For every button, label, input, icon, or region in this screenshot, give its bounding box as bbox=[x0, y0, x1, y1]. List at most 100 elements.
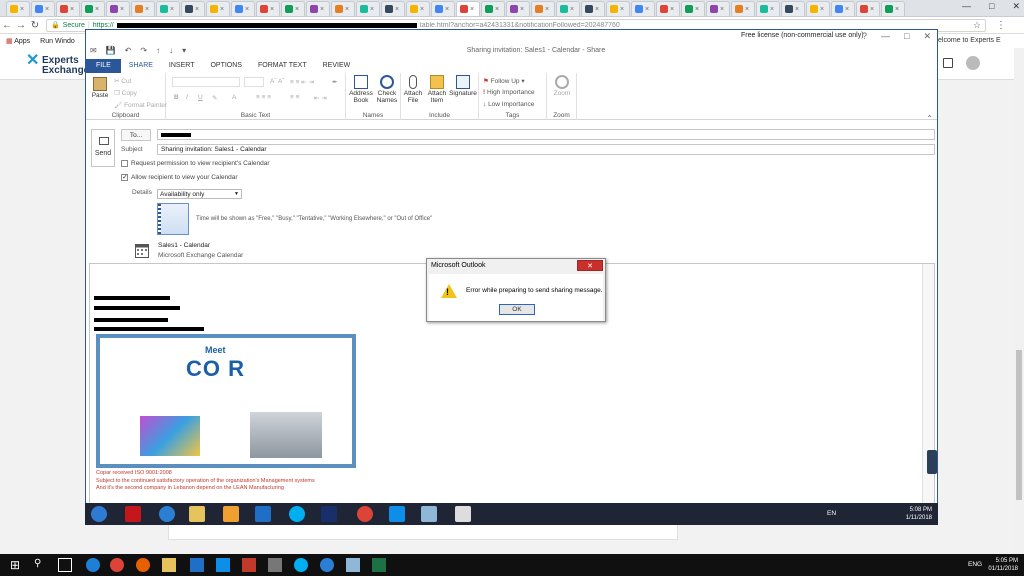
save-icon[interactable]: 💾 bbox=[106, 46, 116, 55]
user-avatar-icon[interactable] bbox=[966, 56, 980, 70]
tab-close-icon[interactable]: × bbox=[45, 6, 49, 13]
teamviewer-icon[interactable] bbox=[216, 558, 230, 572]
browser-tab[interactable]: × bbox=[181, 1, 205, 16]
tab-close-icon[interactable]: × bbox=[70, 6, 74, 13]
teamviewer-icon[interactable] bbox=[389, 506, 405, 522]
notifications-icon[interactable] bbox=[943, 58, 953, 68]
tab-close-icon[interactable]: × bbox=[670, 6, 674, 13]
redo-icon[interactable]: ↷ bbox=[140, 46, 147, 55]
ie-icon[interactable] bbox=[320, 558, 334, 572]
tab-close-icon[interactable]: × bbox=[320, 6, 324, 13]
tab-close-icon[interactable]: × bbox=[95, 6, 99, 13]
system-clock[interactable]: 5:05 PM 01/11/2018 bbox=[988, 557, 1018, 573]
browser-tab[interactable]: × bbox=[581, 1, 605, 16]
site-logo[interactable]: ✕ Experts Exchange bbox=[26, 53, 89, 76]
browser-tab[interactable]: × bbox=[706, 1, 730, 16]
tab-share[interactable]: SHARE bbox=[121, 59, 161, 73]
arrow-up-icon[interactable]: ↑ bbox=[156, 46, 160, 55]
tab-close-icon[interactable]: × bbox=[795, 6, 799, 13]
browser-tab[interactable]: × bbox=[831, 1, 855, 16]
browser-tab[interactable]: × bbox=[481, 1, 505, 16]
to-field[interactable] bbox=[157, 129, 935, 140]
low-importance-button[interactable]: ↓ Low Importance bbox=[483, 101, 534, 108]
tab-close-icon[interactable]: × bbox=[270, 6, 274, 13]
clear-format-icon[interactable]: ✒ bbox=[332, 78, 337, 86]
skype-icon[interactable] bbox=[294, 558, 308, 572]
tab-close-icon[interactable]: × bbox=[520, 6, 524, 13]
browser-tab[interactable]: × bbox=[531, 1, 555, 16]
dialog-close-button[interactable]: ✕ bbox=[577, 260, 603, 271]
address-book-button[interactable]: Address Book bbox=[348, 75, 374, 104]
tab-close-icon[interactable]: × bbox=[870, 6, 874, 13]
browser-tab[interactable]: × bbox=[306, 1, 330, 16]
tab-close-icon[interactable]: × bbox=[245, 6, 249, 13]
browser-tab[interactable]: × bbox=[631, 1, 655, 16]
explorer-icon[interactable] bbox=[189, 506, 205, 522]
tab-close-icon[interactable]: × bbox=[145, 6, 149, 13]
browser-tab[interactable]: × bbox=[656, 1, 680, 16]
italic-button[interactable]: I bbox=[186, 94, 188, 101]
tab-close-icon[interactable]: × bbox=[620, 6, 624, 13]
browser-tab[interactable]: × bbox=[881, 1, 905, 16]
details-select[interactable]: Availability only ▼ bbox=[157, 189, 242, 199]
chrome-icon[interactable] bbox=[357, 506, 373, 522]
back-icon[interactable]: ← bbox=[0, 20, 14, 31]
browser-tab[interactable]: × bbox=[6, 1, 30, 16]
media-player-icon[interactable] bbox=[223, 506, 239, 522]
browser-tab[interactable]: × bbox=[806, 1, 830, 16]
align-icons[interactable]: ≡ ≡ ≡ bbox=[256, 94, 271, 101]
shared-calendar-name[interactable]: Sales1 - Calendar bbox=[158, 242, 210, 249]
explorer-icon[interactable] bbox=[162, 558, 176, 572]
tab-close-icon[interactable]: × bbox=[345, 6, 349, 13]
help-icon[interactable]: ? bbox=[862, 31, 867, 42]
browser-tab[interactable]: × bbox=[356, 1, 380, 16]
tab-insert[interactable]: INSERT bbox=[161, 59, 203, 73]
browser-tab[interactable]: × bbox=[556, 1, 580, 16]
browser-tab[interactable]: × bbox=[606, 1, 630, 16]
signature-button[interactable]: Signature bbox=[449, 75, 477, 97]
browser-tab[interactable]: × bbox=[456, 1, 480, 16]
bookmark-apps[interactable]: ▦ Apps bbox=[6, 37, 30, 45]
tab-close-icon[interactable]: × bbox=[20, 6, 24, 13]
language-indicator[interactable]: ENG bbox=[968, 561, 982, 568]
tab-close-icon[interactable]: × bbox=[745, 6, 749, 13]
remote-clock[interactable]: 5:08 PM 1/11/2018 bbox=[906, 506, 932, 522]
menu-icon[interactable]: ⋮ bbox=[994, 20, 1008, 31]
chrome-icon[interactable] bbox=[110, 558, 124, 572]
allow-view-checkbox[interactable] bbox=[121, 173, 128, 181]
tab-review[interactable]: REVIEW bbox=[315, 59, 359, 73]
app2-icon[interactable] bbox=[268, 558, 282, 572]
acrobat-icon[interactable] bbox=[125, 506, 141, 522]
request-permission-checkbox[interactable] bbox=[121, 160, 128, 167]
tab-close-icon[interactable]: × bbox=[595, 6, 599, 13]
font-color-button[interactable]: A bbox=[232, 94, 236, 101]
paste-button[interactable]: Paste bbox=[89, 77, 111, 99]
tab-close-icon[interactable]: × bbox=[570, 6, 574, 13]
browser-tab[interactable]: × bbox=[206, 1, 230, 16]
tab-close-icon[interactable]: × bbox=[645, 6, 649, 13]
tab-close-icon[interactable]: × bbox=[220, 6, 224, 13]
tab-close-icon[interactable]: × bbox=[845, 6, 849, 13]
ie-icon[interactable] bbox=[159, 506, 175, 522]
tab-close-icon[interactable]: × bbox=[170, 6, 174, 13]
tab-close-icon[interactable]: × bbox=[445, 6, 449, 13]
browser-tab[interactable]: × bbox=[756, 1, 780, 16]
arrow-down-icon[interactable]: ↓ bbox=[169, 46, 173, 55]
excel-icon[interactable] bbox=[372, 558, 386, 572]
tab-close-icon[interactable]: × bbox=[495, 6, 499, 13]
attach-item-button[interactable]: Attach Item bbox=[425, 75, 449, 104]
browser-tab[interactable]: × bbox=[256, 1, 280, 16]
browser-tab[interactable]: × bbox=[781, 1, 805, 16]
forward-icon[interactable]: → bbox=[14, 20, 28, 31]
browser-tab[interactable]: × bbox=[406, 1, 430, 16]
app-icon[interactable] bbox=[321, 506, 337, 522]
body-scrollbar[interactable] bbox=[922, 264, 934, 520]
browser-tab[interactable]: × bbox=[231, 1, 255, 16]
close-icon[interactable]: ✕ bbox=[923, 31, 931, 42]
underline-button[interactable]: U bbox=[198, 94, 203, 101]
language-indicator[interactable]: EN bbox=[827, 510, 836, 517]
bookmark-run-window[interactable]: Run Windo bbox=[40, 38, 75, 45]
font-grow-shrink-icons[interactable]: Aˆ Aˇ bbox=[270, 78, 284, 85]
indent-adjust-icons[interactable]: ⇤ ⇥ bbox=[314, 94, 327, 102]
indent-icons[interactable]: ≡ ≡ bbox=[290, 94, 299, 101]
